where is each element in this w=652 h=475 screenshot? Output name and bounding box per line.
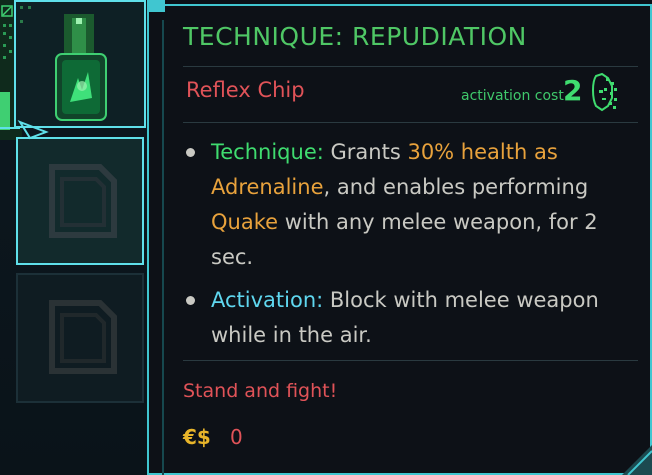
- chip-slot-selected[interactable]: [14, 0, 146, 128]
- effect-activation: Activation: Block with melee weapon whil…: [186, 283, 626, 353]
- header-divider: [183, 122, 638, 123]
- empty-slot-icon: [49, 300, 117, 374]
- effect-technique: Technique: Grants 30% health as Adrenali…: [186, 135, 626, 275]
- frame-decoration: [622, 445, 652, 475]
- item-title: TECHNIQUE: REPUDIATION: [183, 22, 527, 51]
- bullet-dot: [186, 148, 195, 157]
- effect-label: Technique:: [211, 140, 324, 164]
- effect-label: Activation:: [211, 288, 324, 312]
- reflex-chip-icon: [20, 6, 107, 121]
- effect-text-part: Grants: [323, 140, 408, 164]
- effect-text-part: , and enables performing: [323, 175, 589, 199]
- activation-cost-label: activation cost: [461, 88, 564, 104]
- title-divider: [183, 66, 638, 67]
- effect-text: Activation: Block with melee weapon whil…: [211, 283, 631, 353]
- chip-slot-empty[interactable]: [16, 273, 144, 403]
- effect-text: Technique: Grants 30% health as Adrenali…: [211, 135, 631, 275]
- effect-keyword: Quake: [211, 210, 279, 234]
- bullet-dot: [186, 296, 195, 305]
- frame-decoration: [147, 0, 165, 12]
- face-circuit-icon: [592, 72, 617, 112]
- selection-pointer: [0, 119, 49, 140]
- item-price: 0: [230, 425, 243, 449]
- item-type: Reflex Chip: [186, 78, 305, 102]
- panel-inner-rule: [162, 20, 164, 475]
- flavor-text: Stand and fight!: [183, 380, 338, 402]
- effects-divider: [183, 360, 638, 361]
- eurodollar-icon: €$: [183, 425, 211, 449]
- activation-cost-value: 2: [563, 74, 583, 107]
